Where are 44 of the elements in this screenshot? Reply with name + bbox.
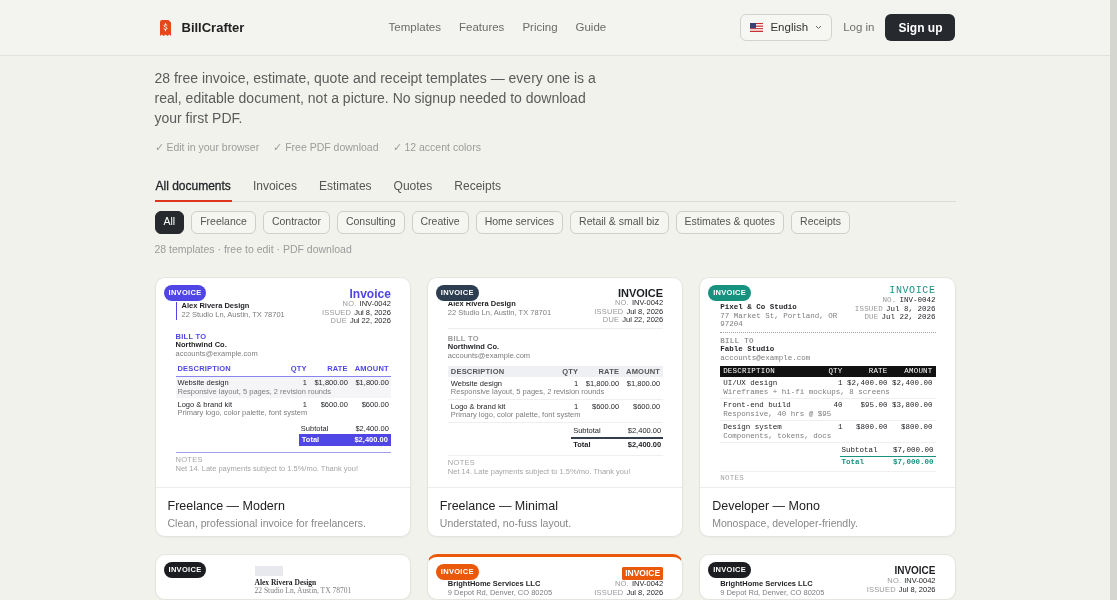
filter-chip[interactable]: All <box>154 210 185 234</box>
tab[interactable]: Quotes <box>392 179 434 202</box>
filter-chip[interactable]: Estimates & quotes <box>675 210 785 234</box>
template-title: Freelance — Modern <box>167 498 286 514</box>
template-description: Clean, professional invoice for freelancers. <box>167 517 367 530</box>
template-count: 28 templates · free to edit · PDF download <box>154 243 353 256</box>
feature-item: ✓ Edit in your browser <box>154 140 260 154</box>
filter-chip[interactable]: Receipts <box>791 210 850 234</box>
nav-link[interactable]: Guide <box>575 18 607 37</box>
filter-chip[interactable]: Home services <box>475 210 564 234</box>
feature-item: ✓ 12 accent colors <box>392 140 481 154</box>
filter-chip[interactable]: Contractor <box>262 210 330 234</box>
nav-link[interactable]: Features <box>459 18 505 37</box>
tab[interactable]: Receipts <box>453 179 502 202</box>
signup-button[interactable]: Sign up <box>885 14 956 41</box>
template-description: Understated, no-fuss layout. <box>439 517 573 530</box>
invoice-heading: INVOICE <box>893 566 936 576</box>
nav-link[interactable]: Templates <box>388 18 441 37</box>
invoice-heading: Invoice <box>348 288 391 300</box>
brand-name[interactable]: BillCrafter <box>181 17 245 38</box>
template-card[interactable] <box>699 277 956 537</box>
invoice-heading: INVOICE <box>616 288 664 299</box>
language-selector[interactable]: English <box>740 14 833 41</box>
template-card[interactable] <box>154 277 411 537</box>
template-title: Freelance — Minimal <box>439 498 559 514</box>
flag-icon <box>750 23 764 32</box>
tab[interactable]: All documents <box>154 179 232 202</box>
template-title: Developer — Mono <box>712 498 821 514</box>
filter-chip[interactable]: Consulting <box>336 210 405 234</box>
tab[interactable]: Invoices <box>251 179 298 202</box>
filter-chip[interactable]: Retail & small biz <box>570 210 669 234</box>
invoice-heading: INVOICE <box>888 286 936 296</box>
intro-text: 28 free invoice, estimate, quote and receipt templates — every one is a real, editable document, not a picture. No signup needed to download your first PDF. <box>154 69 597 128</box>
chevron-down-icon <box>815 25 823 30</box>
nav-link[interactable]: Pricing <box>522 18 558 37</box>
feature-item: ✓ Free PDF download <box>273 140 379 154</box>
tab[interactable]: Estimates <box>317 179 373 202</box>
login-link[interactable]: Log in <box>843 18 875 37</box>
receipt-icon[interactable] <box>159 19 171 36</box>
filter-chip[interactable]: Freelance <box>191 210 256 234</box>
template-description: Monospace, developer-friendly. <box>712 517 859 530</box>
template-card[interactable] <box>426 277 684 537</box>
filter-chip[interactable]: Creative <box>411 210 469 234</box>
invoice-heading: INVOICE <box>622 567 664 580</box>
